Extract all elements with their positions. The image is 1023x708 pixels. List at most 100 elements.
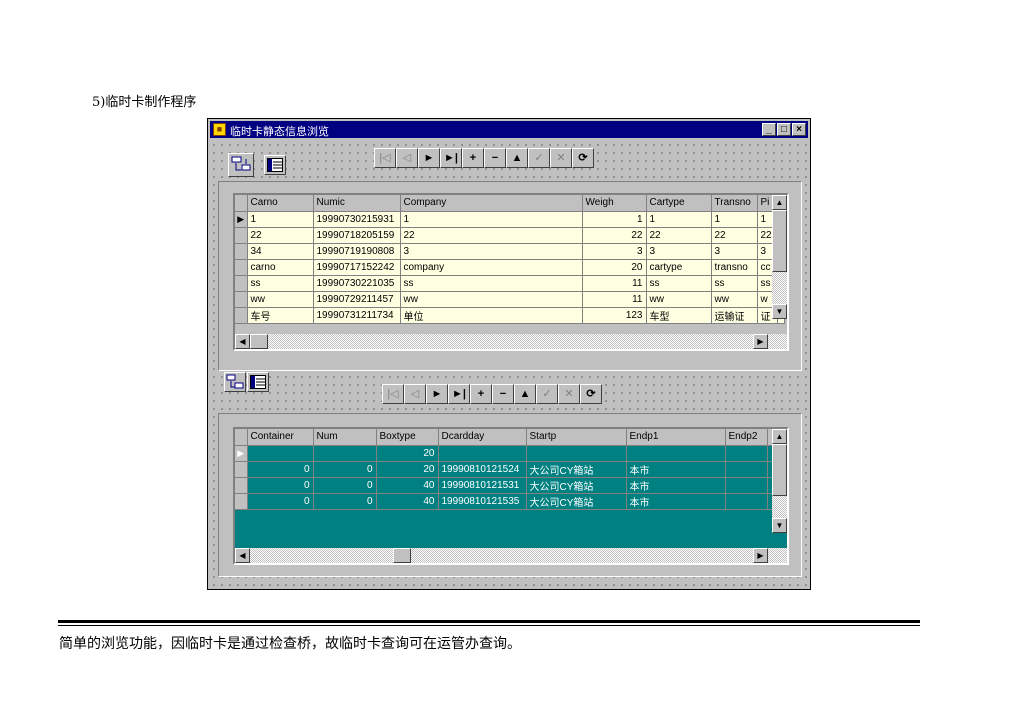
column-header[interactable]: Endp1 (626, 429, 726, 446)
table-cell[interactable]: 0 (313, 477, 377, 494)
table-cell[interactable]: ww (247, 291, 314, 308)
row-indicator[interactable] (235, 259, 248, 276)
table-cell[interactable]: 单位 (400, 307, 583, 324)
table-cell[interactable]: ss (247, 275, 314, 292)
table-row[interactable]: 0 0 20 19990810121524 大公司CY箱站 本市 (235, 461, 775, 478)
table-cell[interactable]: 0 (313, 461, 377, 478)
nav-post-button[interactable]: ✓ (536, 384, 558, 404)
table-cell[interactable]: 40 (376, 493, 439, 510)
table-cell[interactable]: 19990730215931 (313, 211, 401, 228)
table-cell[interactable]: carno (247, 259, 314, 276)
nav-refresh-button[interactable]: ⟳ (572, 148, 594, 168)
table-cell[interactable]: transno (711, 259, 758, 276)
table-row[interactable]: 0 0 40 19990810121531 大公司CY箱站 本市 (235, 477, 775, 494)
table-cell[interactable]: 19990810121524 (438, 461, 527, 478)
table-cell[interactable]: 34 (247, 243, 314, 260)
row-indicator[interactable] (235, 493, 248, 510)
scroll-thumb[interactable] (772, 444, 787, 496)
table-cell[interactable]: 1 (400, 211, 583, 228)
maximize-button[interactable]: □ (777, 123, 791, 136)
table-row[interactable]: carno 19990717152242 company 20 cartype trans… (235, 259, 785, 276)
table-cell[interactable]: 本市 (626, 461, 726, 478)
table-row[interactable]: 0 0 40 19990810121535 大公司CY箱站 本市 (235, 493, 775, 510)
table-cell[interactable]: 22 (582, 227, 647, 244)
table-cell[interactable]: 本市 (626, 493, 726, 510)
column-header[interactable]: Dcardday (438, 429, 527, 446)
grid-view-button-2[interactable] (247, 372, 269, 392)
table-cell[interactable]: ss (646, 275, 712, 292)
scroll-up-arrow-icon[interactable]: ▲ (772, 429, 787, 444)
table-cell[interactable]: 123 (582, 307, 647, 324)
table-cell[interactable]: 1 (711, 211, 758, 228)
scroll-left-arrow-icon[interactable]: ◀ (235, 334, 250, 349)
nav-next-button[interactable]: ► (426, 384, 448, 404)
table-cell[interactable] (725, 493, 768, 510)
table-cell[interactable]: 20 (376, 445, 439, 462)
table-cell[interactable]: 40 (376, 477, 439, 494)
row-indicator[interactable] (235, 307, 248, 324)
nav-next-button[interactable]: ► (418, 148, 440, 168)
nav-post-button[interactable]: ✓ (528, 148, 550, 168)
container-grid-hscroll[interactable]: ◀ ▶ (235, 548, 787, 563)
table-cell[interactable]: 车型 (646, 307, 712, 324)
container-grid-vscroll[interactable]: ▲ ▼ (772, 429, 787, 533)
table-cell[interactable]: 22 (646, 227, 712, 244)
scroll-left-arrow-icon[interactable]: ◀ (235, 548, 250, 563)
table-cell[interactable]: 0 (247, 461, 314, 478)
table-cell[interactable]: ss (711, 275, 758, 292)
scroll-thumb[interactable] (393, 548, 411, 563)
table-cell[interactable]: 19990731211734 (313, 307, 401, 324)
nav-delete-button[interactable]: − (484, 148, 506, 168)
nav-edit-button[interactable]: ▲ (506, 148, 528, 168)
link-fields-button[interactable] (228, 153, 254, 177)
column-header[interactable]: Boxtype (376, 429, 439, 446)
table-cell[interactable]: 运输证 (711, 307, 758, 324)
row-indicator[interactable] (235, 275, 248, 292)
table-cell[interactable]: cartype (646, 259, 712, 276)
table-cell[interactable]: 车号 (247, 307, 314, 324)
column-header[interactable]: Carno (247, 195, 314, 212)
table-cell[interactable] (313, 445, 377, 462)
nav-refresh-button[interactable]: ⟳ (580, 384, 602, 404)
nav-cancel-button[interactable]: ✕ (558, 384, 580, 404)
nav-insert-button[interactable]: + (470, 384, 492, 404)
scroll-right-arrow-icon[interactable]: ▶ (753, 548, 768, 563)
table-cell[interactable]: 0 (247, 493, 314, 510)
table-cell[interactable]: 0 (313, 493, 377, 510)
table-cell[interactable]: 19990810121531 (438, 477, 527, 494)
column-header[interactable]: Num (313, 429, 377, 446)
grid-view-button[interactable] (264, 155, 286, 175)
table-cell[interactable]: ss (400, 275, 583, 292)
row-indicator[interactable] (235, 227, 248, 244)
scroll-up-arrow-icon[interactable]: ▲ (772, 195, 787, 210)
nav-prior-button[interactable]: ◁ (404, 384, 426, 404)
table-cell[interactable]: 19990729211457 (313, 291, 401, 308)
table-cell[interactable]: 0 (247, 477, 314, 494)
table-row[interactable]: ▶ 1 19990730215931 1 1 1 1 1 (235, 211, 785, 228)
table-row[interactable]: 车号 19990731211734 单位 123 车型 运输证证 (235, 307, 785, 324)
table-cell[interactable]: 22 (400, 227, 583, 244)
table-cell[interactable]: 20 (582, 259, 647, 276)
nav-cancel-button[interactable]: ✕ (550, 148, 572, 168)
table-cell[interactable]: 3 (711, 243, 758, 260)
nav-last-button[interactable]: ►| (440, 148, 462, 168)
container-grid[interactable]: Container Num Boxtype Dcardday Startp Endp1 En… (233, 427, 789, 565)
nav-first-button[interactable]: |◁ (382, 384, 404, 404)
scroll-thumb[interactable] (772, 210, 787, 272)
table-cell[interactable]: 22 (711, 227, 758, 244)
row-indicator[interactable] (235, 477, 248, 494)
table-cell[interactable]: 本市 (626, 477, 726, 494)
nav-prior-button[interactable]: ◁ (396, 148, 418, 168)
title-bar[interactable]: ■ 临时卡静态信息浏览 _ □ × (210, 121, 808, 138)
row-indicator[interactable] (235, 461, 248, 478)
table-row[interactable]: 22 19990718205159 22 22 22 22 22 (235, 227, 785, 244)
column-header[interactable]: Cartype (646, 195, 712, 212)
table-cell[interactable]: 19990810121535 (438, 493, 527, 510)
row-indicator[interactable]: ▶ (235, 445, 248, 462)
scroll-down-arrow-icon[interactable]: ▼ (772, 518, 787, 533)
table-cell[interactable]: 大公司CY箱站 (526, 477, 627, 494)
table-row[interactable]: ▶ 20 (235, 445, 775, 462)
nav-last-button[interactable]: ►| (448, 384, 470, 404)
nav-edit-button[interactable]: ▲ (514, 384, 536, 404)
table-cell[interactable]: 20 (376, 461, 439, 478)
